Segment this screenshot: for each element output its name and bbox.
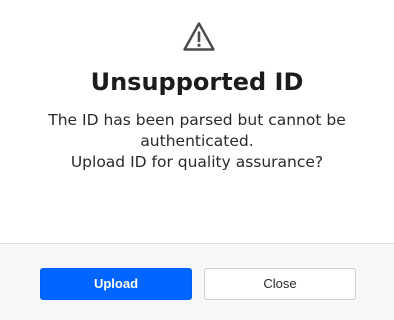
- dialog-title: Unsupported ID: [90, 68, 304, 96]
- unsupported-id-dialog: Unsupported ID The ID has been parsed bu…: [0, 0, 394, 320]
- dialog-message: The ID has been parsed but cannot be aut…: [30, 110, 364, 173]
- message-line: Upload ID for quality assurance?: [70, 153, 324, 171]
- message-line: The ID has been parsed but cannot be: [48, 111, 346, 129]
- warning-triangle-icon: [183, 22, 215, 51]
- upload-button[interactable]: Upload: [40, 268, 192, 300]
- dialog-body: Unsupported ID The ID has been parsed bu…: [0, 0, 394, 243]
- dialog-footer: Upload Close: [0, 244, 394, 320]
- close-button[interactable]: Close: [204, 268, 356, 300]
- message-line: authenticated.: [140, 132, 254, 150]
